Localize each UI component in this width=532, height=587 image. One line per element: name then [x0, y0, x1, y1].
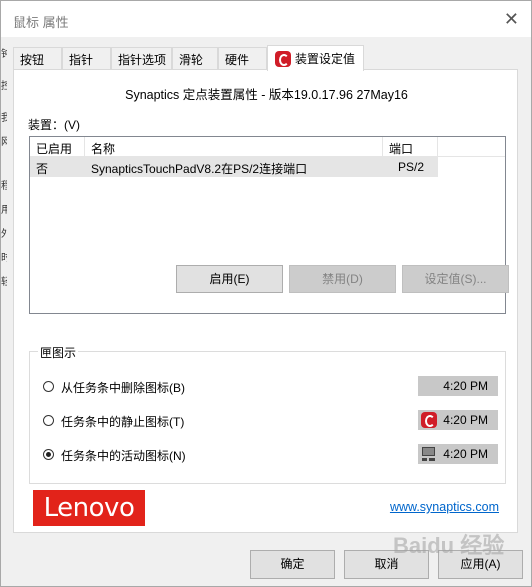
column-header-empty [438, 137, 505, 157]
background-text: 轻 [1, 277, 7, 288]
radio-label: 从任务条中删除图标(B) [61, 381, 185, 395]
table-header: 已启用 名称 端口 [30, 137, 505, 157]
cancel-button[interactable]: 取消 [344, 550, 429, 579]
title-bar[interactable]: 鼠标 属性 ✕ [1, 1, 531, 37]
tab-pointers[interactable]: 指针 [62, 47, 111, 69]
background-window-strip: 钟 控 我 网 程 用 外 时 轻 [1, 37, 7, 337]
column-header-port[interactable]: 端口 [383, 137, 438, 157]
background-text: 程 [1, 181, 7, 192]
column-header-enabled[interactable]: 已启用 [30, 137, 85, 157]
apply-button[interactable]: 应用(A) [438, 550, 523, 579]
tab-device-settings[interactable]: 装置设定值 [267, 45, 364, 71]
radio-remove-icon[interactable]: 从任务条中删除图标(B) [43, 378, 343, 396]
tray-preview-none: 4:20 PM [418, 376, 498, 396]
synaptics-logo-icon [421, 412, 437, 428]
tab-wheel[interactable]: 滑轮 [172, 47, 218, 69]
tab-bar: 按钮 指针 指针选项 滑轮 硬件 装置设定值 [13, 45, 518, 71]
cell-name: SynapticsTouchPadV8.2在PS/2连接端口 [91, 162, 308, 176]
column-header-name[interactable]: 名称 [85, 137, 383, 157]
radio-label: 任务条中的活动图标(N) [61, 449, 186, 463]
synaptics-logo-icon [275, 51, 291, 67]
cell-enabled: 否 [36, 162, 49, 176]
cell-port: PS/2 [398, 160, 425, 174]
tab-pointer-options[interactable]: 指针选项 [111, 47, 172, 69]
mouse-properties-window: 鼠标 属性 ✕ 钟 控 我 网 程 用 外 时 轻 按钮 指针 指针选项 滑轮 … [0, 0, 532, 587]
tray-time: 4:20 PM [443, 413, 488, 427]
settings-button[interactable]: 设定值(S)... [402, 265, 509, 293]
window-title: 鼠标 属性 [13, 15, 69, 30]
table-row[interactable]: 否 SynapticsTouchPadV8.2在PS/2连接端口 PS/2 [30, 157, 505, 177]
radio-label: 任务条中的静止图标(T) [61, 415, 185, 429]
tray-time: 4:20 PM [443, 447, 488, 461]
enable-button[interactable]: 启用(E) [176, 265, 283, 293]
tray-icon-group: 匣图示 从任务条中删除图标(B) 4:20 PM 任务条中的静止图标(T) 4:… [29, 344, 506, 484]
background-text: 钟 [1, 49, 7, 60]
radio-button[interactable] [43, 415, 54, 426]
devices-label: 装置：(V) [28, 118, 80, 132]
radio-animated-icon[interactable]: 任务条中的活动图标(N) [43, 446, 343, 464]
tray-preview-static: 4:20 PM [418, 410, 498, 430]
background-text: 控 [1, 81, 7, 92]
panel-heading: Synaptics 定点装置属性 - 版本19.0.17.96 27May16 [125, 88, 408, 102]
tray-preview-animated: 4:20 PM [418, 444, 498, 464]
radio-button[interactable] [43, 381, 54, 392]
background-text: 网 [1, 137, 7, 148]
synaptics-website-link[interactable]: www.synaptics.com [390, 500, 499, 514]
device-settings-panel: Synaptics 定点装置属性 - 版本19.0.17.96 27May16 … [13, 69, 518, 533]
lenovo-logo: Lenovo [33, 490, 145, 526]
background-text: 外 [1, 229, 7, 240]
ok-button[interactable]: 确定 [250, 550, 335, 579]
background-text: 我 [1, 113, 7, 124]
background-text: 用 [1, 205, 7, 216]
close-icon[interactable]: ✕ [504, 9, 519, 30]
tray-group-label: 匣图示 [38, 344, 79, 361]
tab-label: 装置设定值 [295, 52, 356, 66]
radio-static-icon[interactable]: 任务条中的静止图标(T) [43, 412, 343, 430]
disable-button[interactable]: 禁用(D) [289, 265, 396, 293]
touchpad-icon [421, 446, 437, 462]
tab-buttons[interactable]: 按钮 [13, 47, 62, 69]
tab-hardware[interactable]: 硬件 [218, 47, 267, 69]
radio-button[interactable] [43, 449, 54, 460]
tray-time: 4:20 PM [443, 379, 488, 393]
background-text: 时 [1, 253, 7, 264]
